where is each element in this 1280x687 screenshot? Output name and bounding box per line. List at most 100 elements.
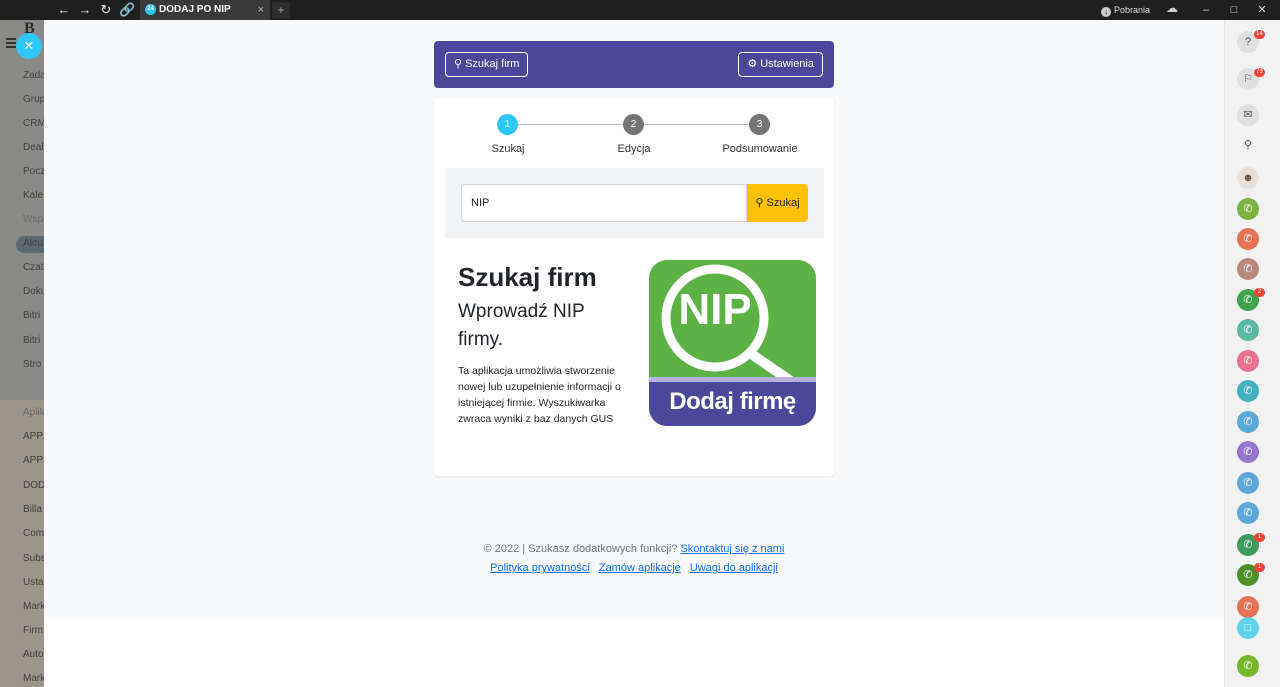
step-2-circle[interactable]: 2 xyxy=(623,114,644,135)
new-tab-button[interactable]: + xyxy=(272,2,290,18)
app-header: ⚲ Szukaj firm ⚙ Ustawienia xyxy=(434,41,834,88)
sidebar-item[interactable]: APP2 xyxy=(23,431,44,442)
stepper-line xyxy=(518,124,770,125)
close-icon[interactable]: × xyxy=(258,0,264,20)
call-icon[interactable]: ✆ xyxy=(1237,258,1259,280)
downloads-label: Pobrania xyxy=(1114,5,1151,15)
downloads-button[interactable]: ↓ Pobrania xyxy=(1101,0,1150,20)
window-close-icon[interactable]: ✕ xyxy=(1252,0,1272,20)
gear-icon: ⚙ xyxy=(747,58,758,70)
sidebar-item[interactable]: Deal xyxy=(23,142,44,153)
sidebar-item[interactable]: Zada xyxy=(23,70,44,81)
sidebar-item[interactable]: Auto xyxy=(23,649,44,660)
maximize-icon[interactable]: □ xyxy=(1224,0,1244,20)
menu-icon[interactable] xyxy=(6,38,16,50)
search-icon[interactable]: ⚲ xyxy=(1237,134,1259,156)
sidebar-item[interactable]: Usta xyxy=(23,577,44,588)
search-icon: ⚲ xyxy=(755,197,764,209)
call-icon[interactable]: ✆ xyxy=(1237,441,1259,463)
sidebar-background xyxy=(0,400,44,687)
avatar[interactable]: ☻ xyxy=(1237,167,1259,189)
search-companies-button[interactable]: ⚲ Szukaj firm xyxy=(445,52,529,77)
sidebar-item[interactable]: DOD xyxy=(23,480,44,491)
sidebar-item[interactable]: Firm xyxy=(23,625,43,636)
call-icon[interactable]: ✆ xyxy=(1237,198,1259,220)
sidebar-item[interactable]: Grup xyxy=(23,94,44,105)
call-badge: 2 xyxy=(1254,288,1265,297)
call-icon[interactable]: ✆ xyxy=(1237,380,1259,402)
step-2-label: Edycja xyxy=(617,143,651,155)
sidebar-item[interactable]: Doku xyxy=(23,286,44,297)
footer-copyright: © 2022 | Szukasz dodatkowych funkcji? xyxy=(483,543,678,555)
sidebar-item[interactable]: Subs xyxy=(23,553,44,564)
call-badge: 1 xyxy=(1254,563,1265,572)
call-icon[interactable]: ✆ xyxy=(1237,319,1259,341)
step-3-label: Podsumowanie xyxy=(722,143,798,155)
sidebar-item[interactable]: Billa xyxy=(23,504,42,515)
right-rail: ? 14 ⚐ 73 ✉ ⚲ ☻ ✆ ✆ ✆ ✆ 2 ✆ ✆ ✆ ✆ ✆ ✆ ✆ ✆ 1 ✆ 1 ✆ □ ✆ xyxy=(1224,20,1280,687)
browser-tab[interactable]: 24 DODAJ PO NIP × xyxy=(140,0,270,20)
search-companies-label: Szukaj firm xyxy=(465,58,520,70)
page-subtitle: Wprowadź NIP firmy. xyxy=(458,301,585,350)
sidebar-item[interactable]: Stro xyxy=(23,359,41,370)
privacy-policy-link[interactable]: Polityka prywatności xyxy=(490,562,590,574)
link-icon[interactable]: 🔗 xyxy=(119,2,135,18)
search-icon: ⚲ xyxy=(454,58,463,70)
search-button-label: Szukaj xyxy=(766,197,800,209)
sidebar-item[interactable]: Aplik xyxy=(23,407,44,418)
download-icon: ↓ xyxy=(1101,7,1111,17)
nip-input[interactable] xyxy=(461,184,747,222)
minimize-icon[interactable]: – xyxy=(1196,0,1216,20)
notification-badge: 73 xyxy=(1254,68,1265,77)
cloud-icon[interactable]: ☁ xyxy=(1166,1,1178,15)
call-icon[interactable]: ✆ xyxy=(1237,472,1259,494)
main-card: 1 2 3 Szukaj Edycja Podsumowanie ⚲ Szuka… xyxy=(434,98,834,476)
search-button[interactable]: ⚲ Szukaj xyxy=(747,184,808,222)
arrow-left-icon[interactable]: ← xyxy=(56,2,72,18)
footer-links: Polityka prywatności Zamów aplikacje Uwa… xyxy=(434,559,834,578)
footer: © 2022 | Szukasz dodatkowych funkcji? Sk… xyxy=(434,540,834,578)
sidebar-item[interactable]: Aktu xyxy=(23,238,43,249)
browser-toolbar: ← → ↻ 🔗 24 DODAJ PO NIP × + ↓ Pobrania ☁ … xyxy=(0,0,1280,20)
left-sidebar: B Zada Grup CRM Deal Pocz Kale Wsp Aktu Czat Doku… xyxy=(0,20,44,687)
call-icon[interactable]: ✆ xyxy=(1237,411,1259,433)
sidebar-item[interactable]: Mark xyxy=(23,673,44,684)
sidebar-item[interactable]: Pocz xyxy=(23,166,44,177)
help-badge: 14 xyxy=(1254,30,1265,39)
call-icon[interactable]: ✆ xyxy=(1237,596,1259,618)
chat-icon[interactable]: ✉ xyxy=(1237,104,1259,126)
contact-link[interactable]: Skontaktuj się z nami xyxy=(680,543,784,555)
close-slider-button[interactable]: ✕ xyxy=(16,33,42,59)
sidebar-item[interactable]: CRM xyxy=(23,118,44,129)
sidebar-item[interactable]: Com xyxy=(23,528,44,539)
call-icon[interactable]: ✆ xyxy=(1237,502,1259,524)
tab-title: DODAJ PO NIP xyxy=(159,4,231,15)
app-content: ⚲ Szukaj firm ⚙ Ustawienia 1 2 3 Szukaj Ed… xyxy=(44,20,1224,617)
sidebar-item[interactable]: Bitri xyxy=(23,335,40,346)
sidebar-item[interactable]: Czat xyxy=(23,262,44,273)
settings-button[interactable]: ⚙ Ustawienia xyxy=(738,52,823,77)
call-icon[interactable]: ✆ xyxy=(1237,228,1259,250)
step-1-circle[interactable]: 1 xyxy=(497,114,518,135)
logo-bottom-text: Dodaj firmę xyxy=(669,388,796,415)
call-icon[interactable]: ✆ xyxy=(1237,350,1259,372)
footer-line-1: © 2022 | Szukasz dodatkowych funkcji? Sk… xyxy=(434,540,834,559)
settings-label: Ustawienia xyxy=(760,58,814,70)
order-apps-link[interactable]: Zamów aplikacje xyxy=(599,562,681,574)
step-3-circle[interactable]: 3 xyxy=(749,114,770,135)
sidebar-item[interactable]: Kale xyxy=(23,190,43,201)
sidebar-item[interactable]: Wsp xyxy=(23,214,43,225)
app-feedback-link[interactable]: Uwagi do aplikacji xyxy=(690,562,778,574)
call-badge: 1 xyxy=(1254,533,1265,542)
nip-logo-text: NIP xyxy=(678,285,752,334)
arrow-right-icon[interactable]: → xyxy=(77,2,93,18)
reload-icon[interactable]: ↻ xyxy=(98,2,114,18)
sidebar-item[interactable]: Mark xyxy=(23,601,44,612)
phone-icon[interactable]: ✆ xyxy=(1237,655,1259,677)
sidebar-item[interactable]: APP3 xyxy=(23,455,44,466)
page-description: Ta aplikacja umożliwia stworzenie nowej … xyxy=(458,365,621,425)
document-icon[interactable]: □ xyxy=(1237,617,1259,639)
sidebar-item[interactable]: Bitri xyxy=(23,310,40,321)
page-title: Szukaj firm xyxy=(458,262,597,292)
nip-logo: NIP Dodaj firmę xyxy=(649,260,816,426)
